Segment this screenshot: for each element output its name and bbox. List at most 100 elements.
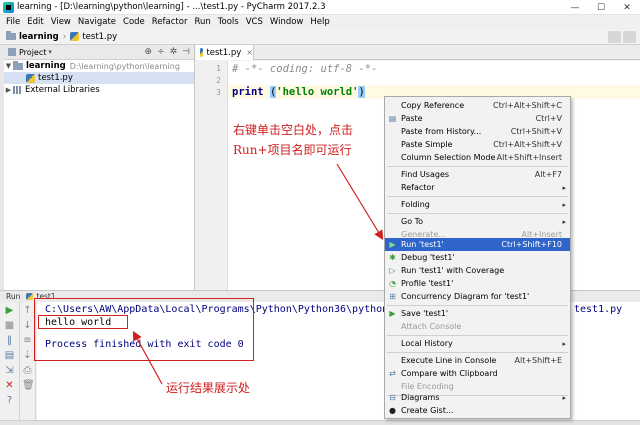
menu-item-save-test1[interactable]: ▶ Save 'test1': [385, 307, 570, 320]
close-run-icon[interactable]: ✕: [4, 380, 15, 391]
menu-item-label: Paste from History...: [401, 127, 482, 136]
chevron-down-icon[interactable]: ▾: [48, 48, 52, 56]
menu-item-debug-test1[interactable]: ✱ Debug 'test1': [385, 251, 570, 264]
annotation-box-console: [34, 298, 254, 361]
menu-item-find-usages[interactable]: Find Usages Alt+F7: [385, 168, 570, 181]
menu-item-execute-line[interactable]: Execute Line in Console Alt+Shift+E: [385, 354, 570, 367]
menu-item-concurrency-diagram[interactable]: ⊞ Concurrency Diagram for 'test1': [385, 290, 570, 303]
project-panel: Project ▾ ⊕ ÷ ✲ ⊣ ▼ learning D:\learning…: [4, 45, 195, 290]
menu-item-folding[interactable]: Folding ▸: [385, 198, 570, 211]
code-line-1: # -*- coding: utf-8 -*-: [232, 63, 378, 75]
menu-item-paste-simple[interactable]: Paste Simple Ctrl+Alt+Shift+V: [385, 138, 570, 151]
menu-item-label: File Encoding: [401, 382, 454, 391]
stop-icon[interactable]: ■: [4, 320, 15, 331]
menu-item-paste[interactable]: ▤ Paste Ctrl+V: [385, 112, 570, 125]
menu-item-label: Paste Simple: [401, 140, 453, 149]
tree-item-label: learning: [26, 61, 66, 71]
locate-icon[interactable]: ⊕: [145, 47, 153, 57]
menu-tools[interactable]: Tools: [218, 17, 239, 27]
breadcrumb: learning › test1.py: [0, 29, 640, 45]
chevron-right-icon: ▸: [562, 339, 566, 348]
editor-context-menu: Copy Reference Ctrl+Alt+Shift+C ▤ Paste …: [384, 96, 571, 419]
menu-item-shortcut: Ctrl+Shift+F10: [501, 240, 562, 249]
tab-test1[interactable]: test1.py ×: [196, 45, 254, 60]
maximize-button[interactable]: ☐: [588, 0, 614, 15]
minimize-button[interactable]: —: [562, 0, 588, 15]
chevron-right-icon[interactable]: ▶: [4, 86, 13, 94]
concurrency-icon: ⊞: [389, 292, 396, 301]
chevron-right-icon: ▸: [562, 393, 566, 402]
status-bar: [0, 420, 640, 425]
console-command-tail: test1.py: [574, 304, 623, 315]
code-line-3: print ('hello world'): [232, 86, 365, 98]
layout-icon[interactable]: ▤: [4, 350, 15, 361]
line-number-gutter: 1 2 3: [196, 61, 228, 290]
run-window-title[interactable]: Run: [6, 292, 20, 301]
breadcrumb-project[interactable]: learning: [6, 31, 59, 42]
menu-item-go-to[interactable]: Go To ▸: [385, 215, 570, 228]
collapse-icon[interactable]: ÷: [157, 47, 165, 57]
menu-item-local-history[interactable]: Local History ▸: [385, 337, 570, 350]
menu-item-run-with-coverage[interactable]: ▷ Run 'test1' with Coverage: [385, 264, 570, 277]
tree-item-external-libraries[interactable]: ▶ External Libraries: [4, 84, 194, 96]
menu-run[interactable]: Run: [194, 17, 210, 27]
menu-view[interactable]: View: [51, 17, 71, 27]
search-everywhere-button[interactable]: [623, 31, 636, 43]
menu-vcs[interactable]: VCS: [246, 17, 263, 27]
help-icon[interactable]: ?: [4, 395, 15, 406]
close-icon[interactable]: ×: [246, 48, 253, 57]
arrow-up-icon[interactable]: ↑: [22, 305, 33, 316]
run-config-button[interactable]: [608, 31, 621, 43]
menu-item-attach-console[interactable]: Attach Console: [385, 320, 570, 333]
tree-item-learning[interactable]: ▼ learning D:\learning\python\learning: [4, 60, 194, 72]
python-file-icon: [70, 32, 80, 41]
menu-item-diagrams[interactable]: ⊟ Diagrams ▸: [385, 391, 570, 404]
menu-window[interactable]: Window: [270, 17, 304, 27]
window-controls: — ☐ ✕: [562, 0, 640, 15]
menu-item-run-test1[interactable]: ▶ Run 'test1' Ctrl+Shift+F10: [385, 238, 570, 251]
pause-icon[interactable]: ‖: [4, 335, 15, 346]
menu-edit[interactable]: Edit: [27, 17, 43, 27]
wrap-icon[interactable]: ≡: [22, 335, 33, 346]
menu-separator: [387, 352, 568, 353]
menu-item-profile-test1[interactable]: ◔ Profile 'test1': [385, 277, 570, 290]
menu-item-label: Save 'test1': [401, 309, 449, 318]
paren-close: ): [358, 86, 365, 98]
chevron-down-icon[interactable]: ▼: [4, 62, 13, 70]
menu-item-paste-from-history[interactable]: Paste from History... Ctrl+Shift+V: [385, 125, 570, 138]
menu-item-create-gist[interactable]: ● Create Gist...: [385, 404, 570, 417]
tree-item-test1[interactable]: test1.py: [4, 72, 194, 84]
print-icon[interactable]: ⎙: [22, 365, 33, 376]
menu-help[interactable]: Help: [310, 17, 329, 27]
menu-item-compare-clipboard[interactable]: ⇄ Compare with Clipboard: [385, 367, 570, 380]
scroll-end-icon[interactable]: ⇣: [22, 350, 33, 361]
menu-file[interactable]: File: [6, 17, 20, 27]
menu-code[interactable]: Code: [123, 17, 145, 27]
menu-item-copy-reference[interactable]: Copy Reference Ctrl+Alt+Shift+C: [385, 99, 570, 112]
trash-icon[interactable]: 🗑: [22, 380, 35, 391]
project-panel-header: Project ▾ ⊕ ÷ ✲ ⊣: [4, 45, 194, 60]
gear-icon[interactable]: ✲: [170, 47, 178, 57]
arrow-down-icon[interactable]: ↓: [22, 320, 33, 331]
menu-item-label: Create Gist...: [401, 406, 454, 415]
breadcrumb-file[interactable]: test1.py: [70, 32, 117, 42]
nav-toolbar: [606, 31, 636, 43]
project-panel-tools: ⊕ ÷ ✲ ⊣: [140, 47, 190, 57]
window-title: learning - [D:\learning\python\learning]…: [17, 2, 326, 12]
menu-navigate[interactable]: Navigate: [78, 17, 116, 27]
menu-item-refactor[interactable]: Refactor ▸: [385, 181, 570, 194]
menu-item-shortcut: Alt+Shift+E: [514, 356, 562, 365]
menu-bar: File Edit View Navigate Code Refactor Ru…: [0, 15, 640, 29]
menu-item-column-selection[interactable]: Column Selection Mode Alt+Shift+Insert: [385, 151, 570, 164]
rerun-icon[interactable]: ▶: [4, 305, 15, 316]
hide-icon[interactable]: ⊣: [182, 47, 190, 57]
github-icon: ●: [389, 406, 396, 415]
library-icon: [13, 86, 22, 94]
project-panel-title[interactable]: Project: [19, 48, 46, 57]
menu-refactor[interactable]: Refactor: [152, 17, 188, 27]
diagram-icon: ⊟: [389, 393, 396, 402]
close-button[interactable]: ✕: [614, 0, 640, 15]
menu-item-shortcut: Alt+F7: [534, 170, 562, 179]
folder-icon: [6, 31, 16, 40]
pin-icon[interactable]: ⇲: [4, 365, 15, 376]
